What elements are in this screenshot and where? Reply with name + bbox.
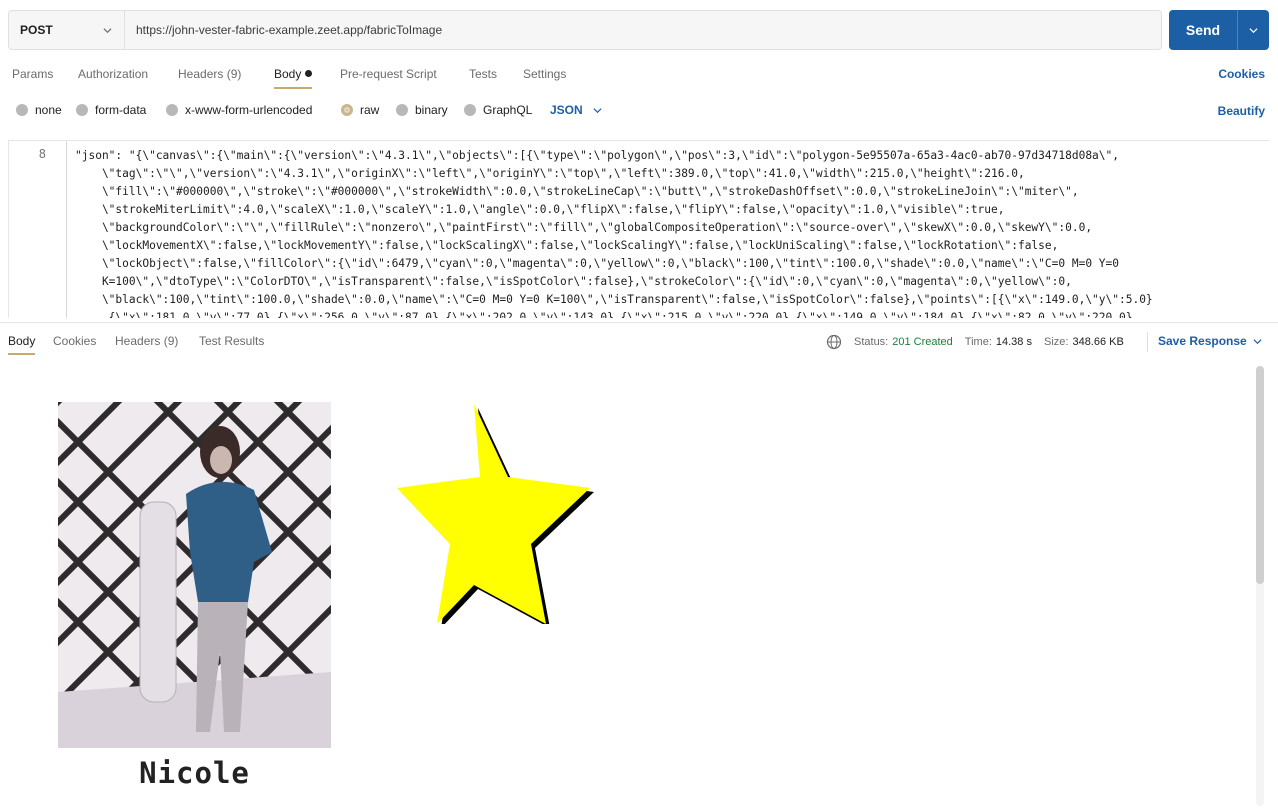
star-shape (397, 404, 594, 624)
tab-label: Body (274, 67, 302, 81)
tab-count: (9) (226, 67, 242, 81)
code-line: "json": "{\"canvas\":{\"main\":{\"versio… (75, 149, 1119, 162)
code-line: \"lockObject\":false,\"fillColor\":{\"id… (75, 257, 1119, 270)
request-tabs: Params Authorization Headers (9) Body Pr… (0, 60, 1278, 90)
star-fill (397, 404, 590, 624)
chevron-down-icon (1249, 27, 1258, 33)
radio-label: form-data (95, 103, 147, 117)
send-button-group: Send (1169, 10, 1269, 50)
code-line: ,{\"x\":181.0,\"y\":77.0},{\"x\":256.0,\… (75, 311, 1133, 318)
radio-circle (16, 104, 28, 116)
body-format-label: JSON (550, 103, 583, 117)
code-line: \"black\":100,\"tint\":100.0,\"shade\":0… (75, 293, 1153, 306)
tab-params[interactable]: Params (12, 67, 53, 81)
response-meta: Status: 201 Created Time: 14.38 s Size: … (826, 334, 1136, 350)
radio-circle (76, 104, 88, 116)
scrollbar-thumb[interactable] (1256, 366, 1264, 584)
code-line: \"backgroundColor\":\"\",\"fillRule\":\"… (75, 221, 1093, 234)
tab-headers[interactable]: Headers (9) (178, 67, 241, 81)
tab-label: Cookies (53, 334, 97, 348)
line-gutter: 8 (9, 141, 67, 318)
tab-settings[interactable]: Settings (523, 67, 566, 81)
line-number: 8 (38, 147, 46, 161)
radio-label: raw (360, 103, 380, 117)
modified-dot-icon (305, 70, 313, 77)
radio-label: x-www-form-urlencoded (185, 103, 313, 117)
chevron-down-icon (593, 107, 602, 113)
radio-circle (166, 104, 178, 116)
code-line: K=100\",\"dtoType\":\"ColorDTO\",\"isTra… (75, 275, 1072, 288)
tab-response-cookies[interactable]: Cookies (53, 334, 96, 348)
request-bar: POST https://john-vester-fabric-example.… (8, 10, 1162, 50)
send-options-button[interactable] (1237, 10, 1269, 50)
request-body-editor[interactable]: 8 "json": "{\"canvas\":{\"main\":{\"vers… (8, 140, 1270, 318)
code-content: "json": "{\"canvas\":{\"main\":{\"versio… (75, 147, 1265, 318)
tab-label: Tests (469, 67, 498, 81)
radio-circle (464, 104, 476, 116)
size-label: Size: (1043, 336, 1069, 348)
radio-label: binary (415, 103, 448, 117)
globe-icon[interactable] (826, 334, 842, 350)
radio-x-www-form-urlencoded[interactable]: x-www-form-urlencoded (166, 103, 312, 117)
tab-label: Pre-request Script (340, 67, 437, 81)
tab-label: Settings (523, 67, 567, 81)
preview-photo (58, 402, 331, 748)
tab-label: Params (12, 67, 54, 81)
beautify-link[interactable]: Beautify (1218, 104, 1265, 118)
cookies-link[interactable]: Cookies (1218, 67, 1265, 81)
code-line: \"fill\":\"#000000\",\"stroke\":\"#00000… (75, 185, 1079, 198)
code-line: \"tag\":\"\",\"version\":\"4.3.1\",\"ori… (75, 167, 1025, 180)
radio-circle (396, 104, 408, 116)
save-response-label: Save Response (1158, 334, 1247, 348)
radio-raw[interactable]: raw (341, 103, 379, 117)
separator (1147, 332, 1148, 352)
time-label: Time: (964, 336, 992, 348)
tab-label: Headers (178, 67, 224, 81)
radio-label: GraphQL (483, 103, 533, 117)
body-type-row: none form-data x-www-form-urlencoded raw… (0, 97, 1278, 123)
time-value: 14.38 s (995, 336, 1032, 348)
tab-authorization[interactable]: Authorization (78, 67, 148, 81)
tab-response-headers[interactable]: Headers (9) (115, 334, 178, 348)
tab-count: (9) (163, 334, 179, 348)
url-input[interactable]: https://john-vester-fabric-example.zeet.… (125, 23, 442, 37)
lattice-photo-image (58, 402, 331, 748)
photo-caption: Nicole (139, 756, 250, 790)
tab-body[interactable]: Body (274, 67, 313, 89)
status-label: Status: (854, 336, 889, 348)
radio-form-data[interactable]: form-data (76, 103, 146, 117)
chevron-down-icon (103, 27, 112, 33)
tab-response-body[interactable]: Body (8, 334, 36, 355)
save-response-button[interactable]: Save Response (1158, 334, 1262, 348)
method-select[interactable]: POST (9, 11, 125, 49)
tab-test-results[interactable]: Test Results (199, 334, 264, 348)
code-line: \"strokeMiterLimit\":4.0,\"scaleX\":1.0,… (75, 203, 1005, 216)
body-format-select[interactable]: JSON (550, 103, 602, 117)
radio-circle-selected (341, 104, 353, 116)
preview-scrollbar[interactable] (1256, 366, 1264, 806)
status-value: 201 Created (892, 336, 953, 348)
tab-label: Headers (115, 334, 161, 348)
send-button[interactable]: Send (1169, 22, 1237, 38)
method-label: POST (20, 23, 53, 37)
tab-pre-request-script[interactable]: Pre-request Script (340, 67, 437, 81)
tab-label: Test Results (199, 334, 265, 348)
tab-tests[interactable]: Tests (469, 67, 497, 81)
chevron-down-icon (1253, 338, 1262, 344)
code-line: \"lockMovementX\":false,\"lockMovementY\… (75, 239, 1059, 252)
response-tabs: Body Cookies Headers (9) Test Results St… (0, 326, 1278, 358)
radio-none[interactable]: none (16, 103, 62, 117)
radio-binary[interactable]: binary (396, 103, 448, 117)
tab-label: Authorization (78, 67, 149, 81)
radio-graphql[interactable]: GraphQL (464, 103, 532, 117)
pane-divider[interactable] (0, 322, 1278, 323)
size-value: 348.66 KB (1072, 336, 1124, 348)
tab-label: Body (8, 334, 36, 348)
radio-label: none (35, 103, 62, 117)
